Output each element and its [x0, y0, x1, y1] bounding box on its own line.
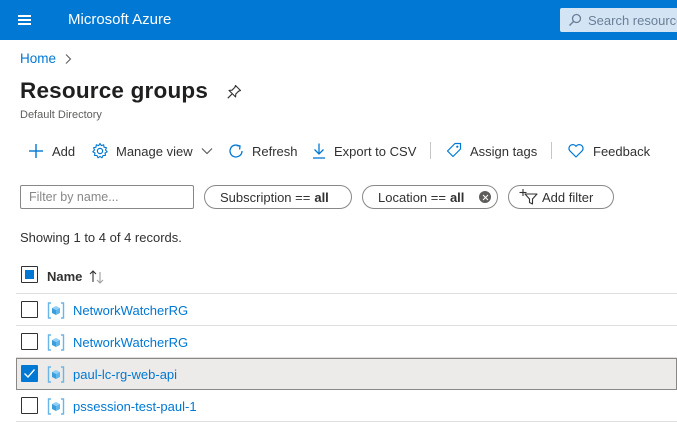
breadcrumb-home[interactable]: Home — [20, 51, 56, 66]
row-checkbox[interactable] — [21, 365, 38, 382]
table-row[interactable]: NetworkWatcherRG — [16, 326, 677, 358]
resource-group-link[interactable]: NetworkWatcherRG — [73, 335, 188, 350]
gear-icon — [92, 142, 108, 159]
select-all-checkbox[interactable] — [21, 266, 38, 283]
assign-tags-label: Assign tags — [470, 143, 538, 159]
page-title: Resource groups — [20, 78, 209, 103]
plus-icon — [29, 144, 43, 158]
resource-group-icon — [47, 398, 65, 415]
subscription-filter-label: Subscription == — [220, 189, 311, 205]
global-search[interactable] — [560, 8, 677, 32]
subscription-filter-pill[interactable]: Subscription == all — [204, 185, 352, 209]
add-filter-label: Add filter — [542, 189, 594, 205]
export-csv-button[interactable]: Export to CSV — [310, 140, 416, 162]
filter-by-name-input[interactable] — [20, 185, 194, 209]
heart-icon — [568, 144, 584, 158]
resource-group-icon — [47, 302, 65, 319]
download-icon — [313, 143, 325, 159]
manage-view-label: Manage view — [116, 143, 193, 159]
refresh-label: Refresh — [252, 143, 298, 159]
add-label: Add — [52, 143, 76, 159]
add-filter-button[interactable]: Add filter — [508, 185, 614, 209]
top-bar: Microsoft Azure — [0, 0, 677, 40]
refresh-icon — [229, 144, 243, 158]
pin-icon[interactable] — [226, 84, 242, 100]
location-filter-value: all — [449, 189, 465, 205]
resource-group-icon — [47, 366, 65, 383]
chevron-right-icon — [65, 54, 72, 64]
toolbar-divider — [551, 142, 552, 159]
refresh-button[interactable]: Refresh — [227, 140, 298, 162]
tag-icon — [446, 142, 462, 158]
feedback-button[interactable]: Feedback — [567, 140, 650, 162]
export-csv-label: Export to CSV — [334, 143, 417, 159]
resource-group-link[interactable]: NetworkWatcherRG — [73, 303, 188, 318]
toolbar-divider — [430, 142, 431, 159]
table-row[interactable]: pssession-test-paul-1 — [16, 390, 677, 422]
search-input[interactable] — [588, 8, 677, 32]
close-icon[interactable] — [479, 191, 491, 203]
checkmark-icon — [24, 369, 36, 379]
sort-icon[interactable] — [88, 269, 106, 285]
table-row[interactable]: NetworkWatcherRG — [16, 294, 677, 326]
resource-group-link[interactable]: pssession-test-paul-1 — [73, 399, 197, 414]
chevron-down-icon — [201, 148, 213, 155]
brand-title[interactable]: Microsoft Azure — [68, 11, 171, 28]
page-subtitle: Default Directory — [20, 109, 102, 121]
manage-view-button[interactable]: Manage view — [91, 140, 213, 162]
feedback-label: Feedback — [593, 143, 651, 159]
location-filter-pill[interactable]: Location == all — [362, 185, 498, 209]
row-checkbox[interactable] — [21, 301, 38, 318]
resource-group-link[interactable]: paul-lc-rg-web-api — [73, 367, 177, 382]
subscription-filter-value: all — [314, 189, 329, 205]
table-row-selected[interactable]: paul-lc-rg-web-api — [16, 358, 677, 390]
resource-group-icon — [47, 334, 65, 351]
add-button[interactable]: Add — [27, 140, 75, 162]
records-count: Showing 1 to 4 of 4 records. — [20, 230, 182, 245]
location-filter-label: Location == — [378, 189, 446, 205]
table-header: Name — [16, 262, 677, 294]
hamburger-icon[interactable] — [10, 8, 38, 32]
column-header-name[interactable]: Name — [47, 269, 82, 284]
filter-icon — [519, 189, 538, 205]
search-icon — [569, 13, 582, 26]
row-checkbox[interactable] — [21, 397, 38, 414]
assign-tags-button[interactable]: Assign tags — [445, 140, 537, 162]
row-checkbox[interactable] — [21, 333, 38, 350]
